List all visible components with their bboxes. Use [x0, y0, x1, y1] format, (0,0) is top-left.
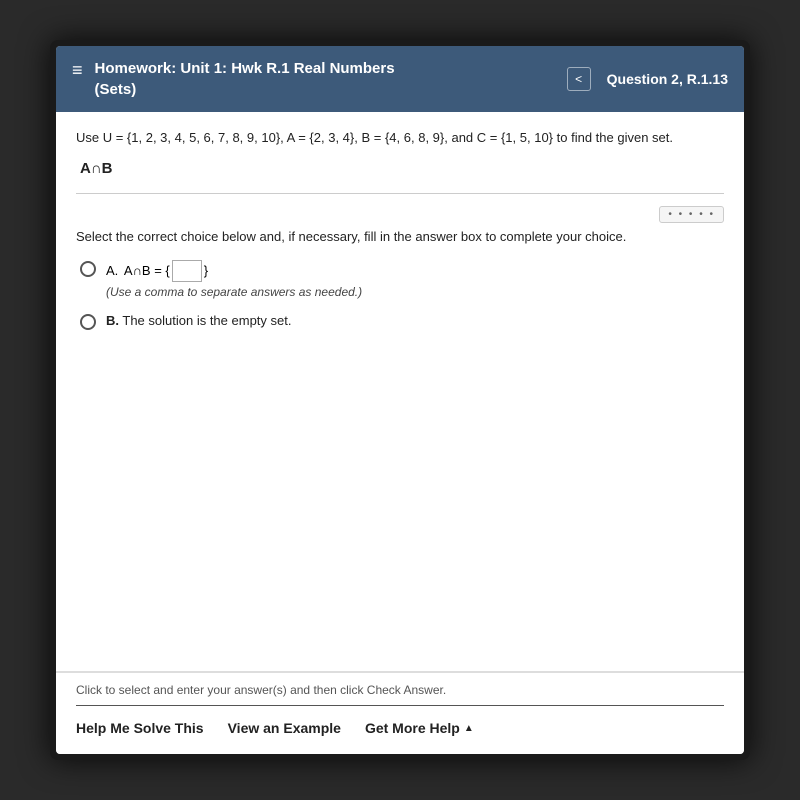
- choice-a-label: A. A∩B = { }: [106, 260, 208, 282]
- get-more-help-label: Get More Help: [365, 720, 460, 736]
- choice-b-text: The solution is the empty set.: [122, 313, 291, 328]
- dots-button[interactable]: • • • • •: [659, 206, 724, 223]
- choice-a-prefix: A∩B = {: [120, 263, 169, 278]
- footer-buttons: Help Me Solve This View an Example Get M…: [76, 705, 724, 742]
- choice-a-letter: A.: [106, 263, 118, 278]
- choice-a: A. A∩B = { } (Use a comma to separate an…: [80, 260, 724, 299]
- choice-a-content: A. A∩B = { } (Use a comma to separate an…: [106, 260, 362, 299]
- question-id: R.1.13: [687, 71, 728, 87]
- header: ≡ Homework: Unit 1: Hwk R.1 Real Numbers…: [56, 46, 744, 112]
- choice-a-sub: (Use a comma to separate answers as need…: [106, 285, 362, 299]
- expand-dots: • • • • •: [76, 206, 724, 223]
- choices: A. A∩B = { } (Use a comma to separate an…: [80, 260, 724, 330]
- arrow-up-icon: ▲: [464, 723, 474, 734]
- question-label: Question 2, R.1.13: [607, 71, 728, 87]
- title-line2: (Sets): [95, 79, 395, 100]
- menu-icon[interactable]: ≡: [72, 60, 83, 81]
- question-prefix: Question 2,: [607, 71, 683, 87]
- screen-frame: ≡ Homework: Unit 1: Hwk R.1 Real Numbers…: [50, 40, 750, 760]
- choice-b: B. The solution is the empty set.: [80, 313, 724, 330]
- answer-input-a[interactable]: [172, 260, 202, 282]
- header-left: ≡ Homework: Unit 1: Hwk R.1 Real Numbers…: [72, 58, 395, 100]
- help-me-solve-button[interactable]: Help Me Solve This: [76, 714, 220, 742]
- view-example-button[interactable]: View an Example: [228, 714, 357, 742]
- radio-a[interactable]: [80, 261, 96, 277]
- footer: Click to select and enter your answer(s)…: [56, 672, 744, 754]
- divider: [76, 193, 724, 194]
- set-expression: A∩B: [80, 160, 724, 177]
- choice-b-label: B. The solution is the empty set.: [106, 313, 291, 328]
- choice-a-suffix: }: [204, 263, 208, 278]
- get-more-help-button[interactable]: Get More Help ▲: [365, 714, 474, 742]
- problem-statement: Use U = {1, 2, 3, 4, 5, 6, 7, 8, 9, 10},…: [76, 128, 724, 148]
- header-title: Homework: Unit 1: Hwk R.1 Real Numbers (…: [95, 58, 395, 100]
- header-nav: < Question 2, R.1.13: [567, 67, 728, 91]
- radio-b[interactable]: [80, 314, 96, 330]
- main-content: Use U = {1, 2, 3, 4, 5, 6, 7, 8, 9, 10},…: [56, 112, 744, 672]
- footer-note: Click to select and enter your answer(s)…: [76, 683, 724, 697]
- nav-back-button[interactable]: <: [567, 67, 591, 91]
- instruction-text: Select the correct choice below and, if …: [76, 229, 724, 244]
- choice-b-content: B. The solution is the empty set.: [106, 313, 291, 328]
- choice-b-letter: B.: [106, 313, 119, 328]
- spacer: [76, 330, 724, 656]
- title-line1: Homework: Unit 1: Hwk R.1 Real Numbers: [95, 58, 395, 79]
- app-window: ≡ Homework: Unit 1: Hwk R.1 Real Numbers…: [56, 46, 744, 754]
